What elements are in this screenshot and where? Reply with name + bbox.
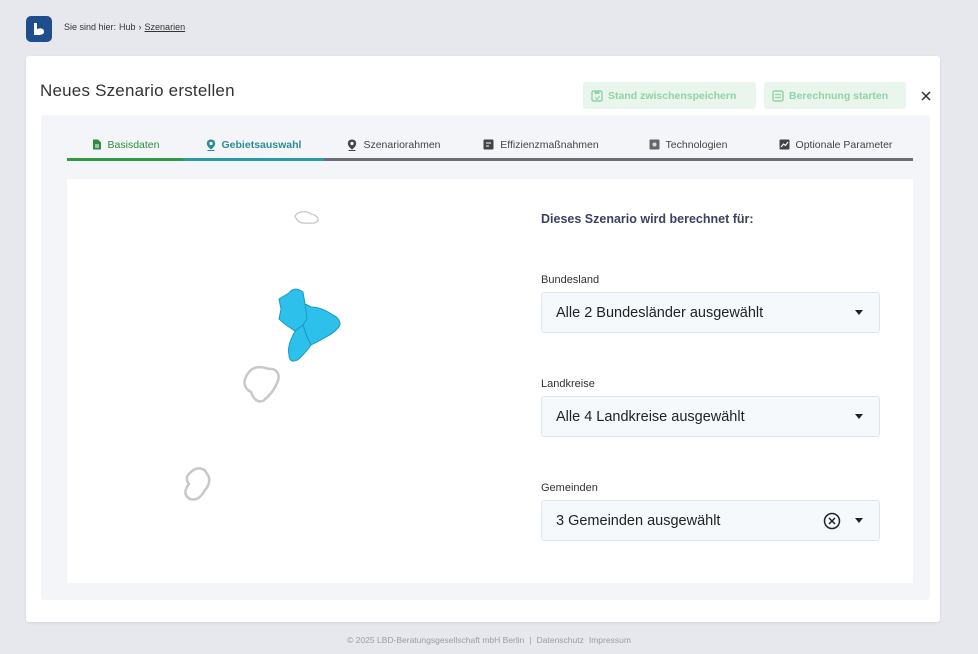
landkreise-select[interactable]: Alle 4 Landkreise ausgewählt xyxy=(541,396,880,437)
region-map-svg xyxy=(184,210,341,501)
calculator-icon xyxy=(772,89,784,102)
tab-gebietsauswahl-label: Gebietsauswahl xyxy=(221,138,302,151)
bundesland-value: Alle 2 Bundesländer ausgewählt xyxy=(556,304,764,321)
breadcrumb-current[interactable]: Szenarien xyxy=(145,22,186,32)
tab-optionale-parameter[interactable]: Optionale Parameter xyxy=(758,131,913,161)
tab-optionale-parameter-label: Optionale Parameter xyxy=(795,138,893,151)
tab-effizienzmassnahmen[interactable]: Effizienzmaßnahmen xyxy=(464,131,618,161)
bundesland-select[interactable]: Alle 2 Bundesländer ausgewählt xyxy=(541,292,880,333)
footer-imprint-link[interactable]: Impressum xyxy=(589,635,631,645)
tab-gebietsauswahl[interactable]: Gebietsauswahl xyxy=(183,131,324,161)
map-pin-icon xyxy=(206,139,215,151)
chevron-down-icon xyxy=(855,310,863,315)
map-region-selected xyxy=(302,303,341,346)
scenario-card: Neues Szenario erstellen Stand zwischens… xyxy=(26,56,940,622)
stepper-tabs: Basisdaten Gebietsauswahl Szenariorahmen xyxy=(67,131,913,161)
bundesland-label: Bundesland xyxy=(541,274,600,286)
breadcrumb: Sie sind hier: Hub › Szenarien xyxy=(64,22,185,32)
clear-selection-button[interactable] xyxy=(823,512,841,530)
area-selection-panel: Dieses Szenario wird berechnet für: Bund… xyxy=(67,179,913,583)
save-icon xyxy=(591,89,603,102)
tab-technologien[interactable]: Technologien xyxy=(618,131,758,161)
tab-szenariorahmen-label: Szenariorahmen xyxy=(363,138,441,151)
app-logo[interactable] xyxy=(26,16,52,42)
tab-effizienzmassnahmen-label: Effizienzmaßnahmen xyxy=(500,138,599,151)
start-calculation-label: Berechnung starten xyxy=(789,89,889,102)
breadcrumb-prefix: Sie sind hier: xyxy=(64,22,117,32)
save-draft-label: Stand zwischenspeichern xyxy=(608,89,737,102)
page-title: Neues Szenario erstellen xyxy=(40,81,235,100)
map-region-outline xyxy=(243,365,280,403)
region-map[interactable] xyxy=(67,179,507,583)
map-region-outline xyxy=(184,467,211,501)
chip-icon xyxy=(649,139,660,150)
breadcrumb-separator: › xyxy=(138,22,142,32)
footer: © 2025 LBD-Beratungsgesellschaft mbH Ber… xyxy=(0,635,978,645)
footer-separator: | xyxy=(529,635,532,645)
breadcrumb-hub[interactable]: Hub xyxy=(119,22,136,32)
chevron-down-icon xyxy=(855,518,863,523)
clear-icon xyxy=(823,512,841,529)
footer-privacy-link[interactable]: Datenschutz xyxy=(537,635,584,645)
logo-icon xyxy=(34,23,44,35)
tab-szenariorahmen[interactable]: Szenariorahmen xyxy=(324,131,464,161)
map-pin-icon xyxy=(348,139,357,151)
close-icon xyxy=(921,91,931,101)
chart-icon xyxy=(779,139,790,150)
form-title: Dieses Szenario wird berechnet für: xyxy=(541,212,754,226)
close-button[interactable] xyxy=(916,86,936,106)
gemeinden-select[interactable]: 3 Gemeinden ausgewählt xyxy=(541,500,880,541)
save-draft-button[interactable]: Stand zwischenspeichern xyxy=(583,82,756,109)
document-icon xyxy=(92,139,101,150)
top-bar: Sie sind hier: Hub › Szenarien xyxy=(0,0,978,56)
gemeinden-label: Gemeinden xyxy=(541,482,598,494)
tab-basisdaten[interactable]: Basisdaten xyxy=(67,131,183,161)
start-calculation-button[interactable]: Berechnung starten xyxy=(764,82,906,109)
tab-technologien-label: Technologien xyxy=(665,138,728,151)
tab-basisdaten-label: Basisdaten xyxy=(107,138,160,151)
footer-copyright: © 2025 LBD-Beratungsgesellschaft mbH Ber… xyxy=(347,635,525,645)
list-icon xyxy=(483,139,494,150)
map-region-outline xyxy=(294,210,319,224)
landkreise-value: Alle 4 Landkreise ausgewählt xyxy=(556,408,745,425)
landkreise-label: Landkreise xyxy=(541,378,595,390)
chevron-down-icon xyxy=(855,414,863,419)
gemeinden-value: 3 Gemeinden ausgewählt xyxy=(556,512,721,529)
